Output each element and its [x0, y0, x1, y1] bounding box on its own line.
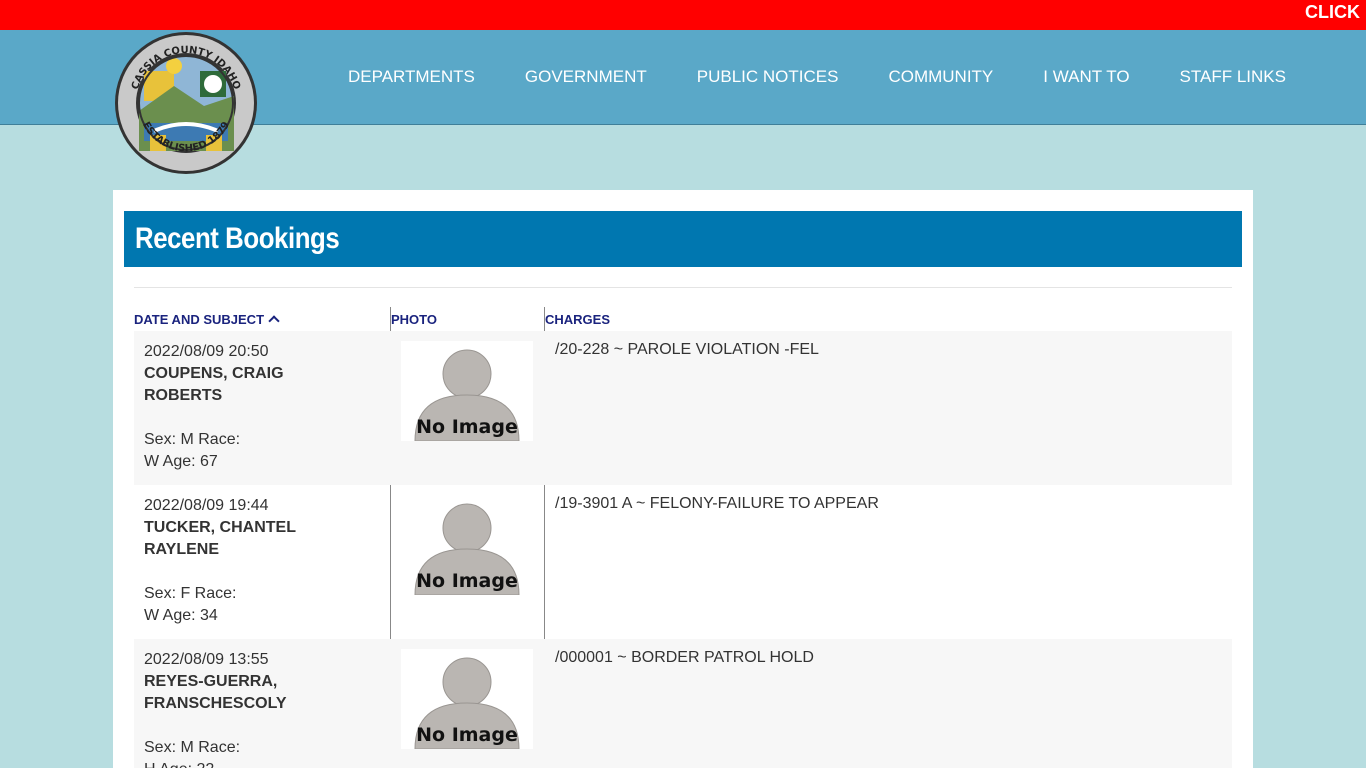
no-image-placeholder-icon[interactable]: No Image: [401, 649, 533, 749]
no-image-text: No Image: [416, 570, 518, 592]
sort-ascending-icon: [268, 315, 280, 327]
title-bar: Recent Bookings: [124, 211, 1242, 267]
inmate-info: Sex: F Race: W Age: 34: [144, 585, 237, 624]
column-header-date-subject-label: DATE AND SUBJECT: [134, 312, 265, 327]
click-link[interactable]: CLICK: [1305, 2, 1360, 23]
content-panel: Recent Bookings DATE AND SUBJECT PHOTO C…: [113, 190, 1253, 768]
booking-date: 2022/08/09 13:55: [144, 651, 269, 668]
inmate-name[interactable]: TUCKER, CHANTEL RAYLENE: [144, 517, 314, 561]
column-header-charges[interactable]: CHARGES: [545, 312, 610, 327]
divider: [134, 287, 1232, 288]
subject-cell: 2022/08/09 19:44 TUCKER, CHANTEL RAYLENE…: [144, 495, 374, 627]
charges-cell: /000001 ~ BORDER PATROL HOLD: [555, 649, 814, 666]
subject-cell: 2022/08/09 20:50 COUPENS, CRAIG ROBERTS …: [144, 341, 374, 473]
inmate-info: Sex: M Race: H Age: 22: [144, 739, 241, 768]
no-image-placeholder-icon[interactable]: No Image: [401, 341, 533, 441]
inmate-info: Sex: M Race: W Age: 67: [144, 431, 241, 470]
column-header-date-subject[interactable]: DATE AND SUBJECT: [134, 312, 280, 327]
nav-staff-links[interactable]: STAFF LINKS: [1155, 67, 1311, 87]
top-alert-bar: CLICK: [0, 0, 1366, 30]
booking-date: 2022/08/09 20:50: [144, 343, 269, 360]
table-row: 2022/08/09 13:55 REYES-GUERRA, FRANSCHES…: [134, 639, 1232, 768]
table-row: 2022/08/09 20:50 COUPENS, CRAIG ROBERTS …: [134, 331, 1232, 485]
nav-community[interactable]: COMMUNITY: [863, 67, 1018, 87]
nav-i-want-to[interactable]: I WANT TO: [1018, 67, 1154, 87]
subject-cell: 2022/08/09 13:55 REYES-GUERRA, FRANSCHES…: [144, 649, 374, 768]
no-image-placeholder-icon[interactable]: No Image: [401, 495, 533, 595]
charges-cell: /20-228 ~ PAROLE VIOLATION -FEL: [555, 341, 819, 358]
county-seal-logo[interactable]: CASSIA COUNTY IDAHO ESTABLISHED 1879: [114, 31, 259, 176]
column-header-photo[interactable]: PHOTO: [391, 312, 437, 327]
inmate-name[interactable]: REYES-GUERRA, FRANSCHESCOLY: [144, 671, 314, 715]
nav-departments[interactable]: DEPARTMENTS: [323, 67, 500, 87]
charges-cell: /19-3901 A ~ FELONY-FAILURE TO APPEAR: [555, 495, 879, 512]
table-row: 2022/08/09 19:44 TUCKER, CHANTEL RAYLENE…: [134, 485, 1232, 639]
nav-public-notices[interactable]: PUBLIC NOTICES: [672, 67, 864, 87]
bookings-table: 2022/08/09 20:50 COUPENS, CRAIG ROBERTS …: [134, 331, 1232, 768]
inmate-name[interactable]: COUPENS, CRAIG ROBERTS: [144, 363, 314, 407]
nav-government[interactable]: GOVERNMENT: [500, 67, 672, 87]
booking-date: 2022/08/09 19:44: [144, 497, 269, 514]
no-image-text: No Image: [416, 416, 518, 438]
page-title: Recent Bookings: [135, 222, 340, 255]
main-nav: DEPARTMENTS GOVERNMENT PUBLIC NOTICES CO…: [323, 67, 1311, 87]
no-image-text: No Image: [416, 724, 518, 746]
